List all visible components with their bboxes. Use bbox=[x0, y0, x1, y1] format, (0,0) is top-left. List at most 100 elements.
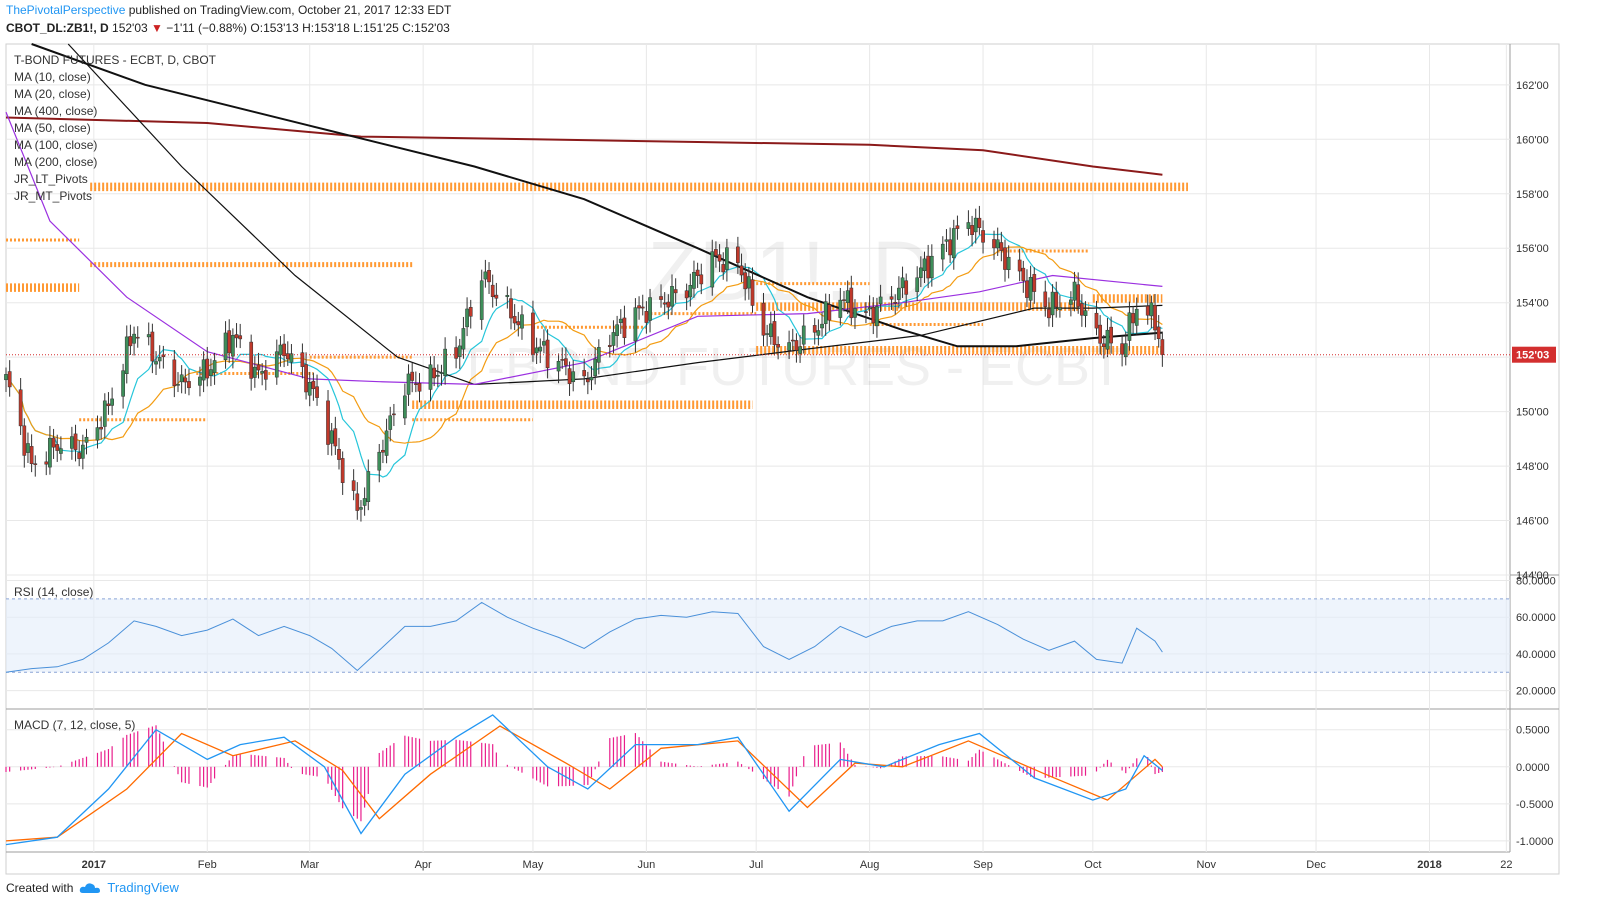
candle-body bbox=[77, 452, 82, 459]
candle-body bbox=[311, 380, 316, 390]
tradingview-cloud-icon bbox=[80, 882, 101, 893]
candle-body bbox=[981, 230, 985, 243]
candle-body bbox=[238, 335, 243, 340]
price-tick-label: 158'00 bbox=[1516, 189, 1549, 201]
last-price-label: 152'03 bbox=[1516, 350, 1549, 362]
candle-body bbox=[377, 451, 382, 471]
candle-body bbox=[560, 359, 565, 361]
candle-body bbox=[505, 295, 510, 297]
candle-body bbox=[1028, 277, 1033, 301]
legend-lt-pivots: JR_LT_Pivots bbox=[14, 172, 88, 186]
candle-body bbox=[889, 296, 894, 300]
candle-body bbox=[461, 328, 466, 350]
candle-body bbox=[26, 443, 30, 453]
candle-body bbox=[915, 277, 920, 292]
candle-body bbox=[571, 371, 576, 383]
candle-body bbox=[1083, 310, 1088, 316]
x-tick-label: 2018 bbox=[1417, 859, 1441, 871]
candle-body bbox=[673, 289, 678, 294]
candle-body bbox=[542, 341, 546, 346]
candle-body bbox=[1043, 291, 1048, 307]
price-tick-label: 156'00 bbox=[1516, 243, 1549, 255]
candle-body bbox=[201, 359, 206, 381]
candle-body bbox=[209, 369, 213, 376]
ma200-line bbox=[31, 43, 1163, 348]
macd-tick-label: 0.5000 bbox=[1516, 725, 1550, 737]
candle-body bbox=[1098, 324, 1103, 344]
rsi-band bbox=[6, 598, 1510, 673]
candle-body bbox=[1072, 281, 1077, 301]
candle-body bbox=[198, 376, 202, 386]
candle-body bbox=[494, 294, 499, 299]
candle-body bbox=[176, 384, 180, 386]
candle-body bbox=[307, 381, 312, 396]
candle-body bbox=[1076, 284, 1081, 307]
candle-body bbox=[1058, 307, 1062, 310]
candle-body bbox=[260, 371, 265, 374]
candle-body bbox=[816, 330, 821, 336]
candle-body bbox=[516, 321, 521, 326]
candle-body bbox=[403, 395, 407, 419]
candle-body bbox=[593, 358, 598, 377]
candle-body bbox=[205, 358, 210, 379]
candle-body bbox=[607, 345, 612, 347]
candle-body bbox=[410, 371, 415, 381]
candle-body bbox=[315, 386, 319, 398]
candle-body bbox=[761, 302, 766, 336]
candle-body bbox=[388, 415, 393, 430]
main-legend: T-BOND FUTURES - ECBT, D, CBOT MA (10, c… bbox=[14, 53, 217, 203]
candle-body bbox=[1134, 308, 1139, 326]
candle-body bbox=[55, 444, 60, 451]
candle-body bbox=[904, 280, 909, 295]
candle-body bbox=[1094, 312, 1099, 329]
legend-mt-pivots: JR_MT_Pivots bbox=[14, 189, 92, 203]
candle-body bbox=[212, 360, 217, 373]
candle-body bbox=[366, 471, 371, 502]
legend-ma20: MA (20, close) bbox=[14, 87, 91, 101]
candle-body bbox=[18, 389, 23, 427]
rsi-tick-label: 40.0000 bbox=[1516, 649, 1556, 661]
candle-body bbox=[329, 430, 334, 444]
candle-body bbox=[765, 333, 769, 335]
candle-body bbox=[340, 458, 345, 483]
candle-body bbox=[135, 336, 140, 339]
candle-body bbox=[820, 323, 824, 329]
candle-body bbox=[545, 339, 550, 369]
candle-body bbox=[1003, 247, 1007, 270]
candle-body bbox=[256, 364, 261, 371]
candle-body bbox=[124, 336, 129, 374]
legend-ma200: MA (200, close) bbox=[14, 155, 97, 169]
candle-body bbox=[355, 493, 360, 511]
rsi-tick-label: 60.0000 bbox=[1516, 612, 1556, 624]
candle-body bbox=[747, 276, 751, 289]
price-tick-label: 154'00 bbox=[1516, 298, 1549, 310]
candle-body bbox=[1047, 309, 1051, 319]
candle-body bbox=[897, 287, 901, 300]
candle-body bbox=[534, 347, 539, 354]
candle-body bbox=[1006, 256, 1011, 270]
candle-body bbox=[263, 370, 268, 380]
candle-body bbox=[443, 348, 447, 377]
macd-title: MACD (7, 12, close, 5) bbox=[14, 718, 135, 732]
candle-body bbox=[439, 372, 444, 374]
x-tick-label: Feb bbox=[198, 859, 217, 871]
ma400-line bbox=[5, 116, 1163, 176]
candle-body bbox=[973, 217, 978, 233]
chart-canvas[interactable]: ZB1!, D T-BOND FUTURES - ECBT 2017 Feb Mar… bbox=[0, 0, 1623, 906]
candle-body bbox=[7, 371, 12, 388]
candle-body bbox=[743, 272, 748, 290]
candle-body bbox=[428, 364, 433, 390]
price-tick-label: 148'00 bbox=[1516, 461, 1549, 473]
x-tick-label: Oct bbox=[1084, 859, 1101, 871]
candle-body bbox=[48, 437, 52, 468]
candle-body bbox=[282, 343, 286, 357]
candle-body bbox=[944, 239, 949, 242]
candle-body bbox=[640, 306, 645, 309]
candle-body bbox=[1127, 312, 1132, 341]
x-tick-label: Jul bbox=[749, 859, 763, 871]
candle-body bbox=[648, 297, 652, 321]
candle-body bbox=[929, 255, 934, 279]
candle-body bbox=[1145, 305, 1150, 316]
tradingview-link[interactable]: TradingView bbox=[107, 880, 179, 895]
candle-body bbox=[622, 317, 627, 338]
